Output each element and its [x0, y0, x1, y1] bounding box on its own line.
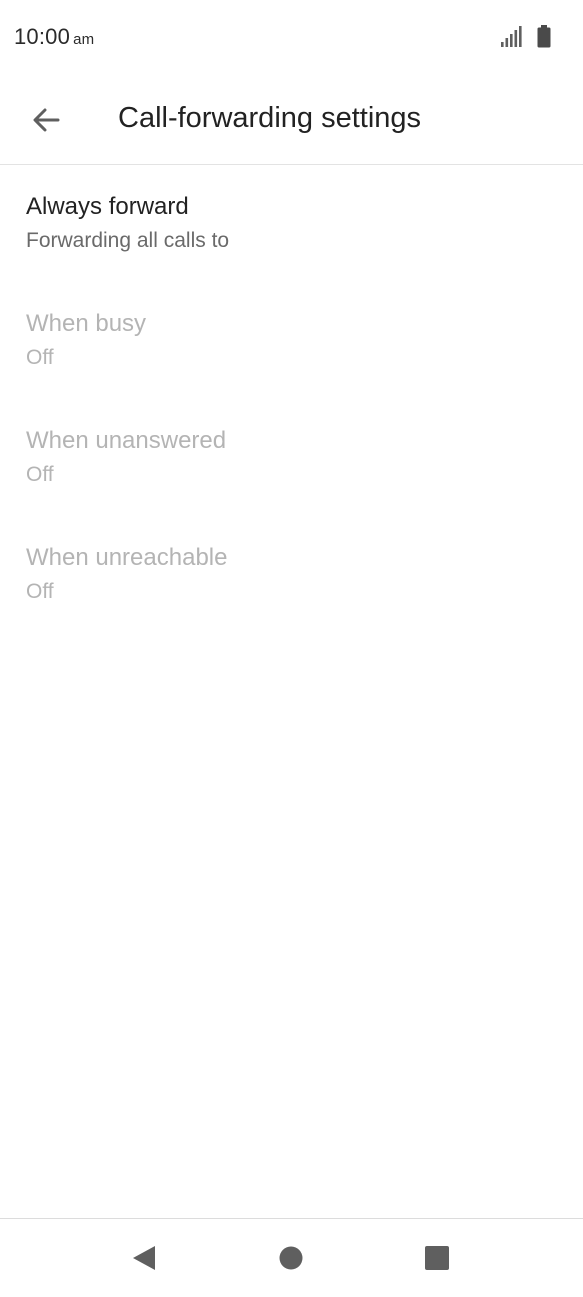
pref-summary: Off — [26, 346, 54, 369]
preference-list: Always forward Forwarding all calls to W… — [0, 165, 583, 633]
pref-when-busy[interactable]: When busy Off — [0, 282, 583, 399]
pref-summary: Off — [26, 580, 54, 603]
pref-when-unreachable[interactable]: When unreachable Off — [0, 516, 583, 633]
nav-back-icon[interactable] — [119, 1233, 169, 1283]
pref-summary: Off — [26, 463, 54, 486]
navigation-bar — [0, 1218, 583, 1297]
arrow-back-icon[interactable] — [22, 96, 70, 144]
pref-summary: Forwarding all calls to — [26, 229, 230, 252]
nav-home-icon[interactable] — [266, 1233, 316, 1283]
status-time-ampm: am — [73, 31, 95, 48]
status-bar: 10:00 am — [0, 0, 583, 78]
status-time-value: 10:00 — [14, 24, 71, 49]
pref-always-forward[interactable]: Always forward Forwarding all calls to — [0, 165, 583, 282]
pref-title: Always forward — [26, 193, 189, 220]
page-title: Call-forwarding settings — [118, 102, 422, 134]
nav-recents-icon[interactable] — [412, 1233, 462, 1283]
status-time: 10:00 am — [14, 24, 94, 50]
app-bar: Call-forwarding settings — [0, 78, 583, 165]
signal-icon — [501, 26, 522, 47]
pref-title: When unanswered — [26, 427, 227, 454]
pref-title: When unreachable — [26, 544, 228, 571]
pref-title: When busy — [26, 310, 147, 337]
battery-icon — [537, 25, 551, 48]
pref-when-unanswered[interactable]: When unanswered Off — [0, 399, 583, 516]
